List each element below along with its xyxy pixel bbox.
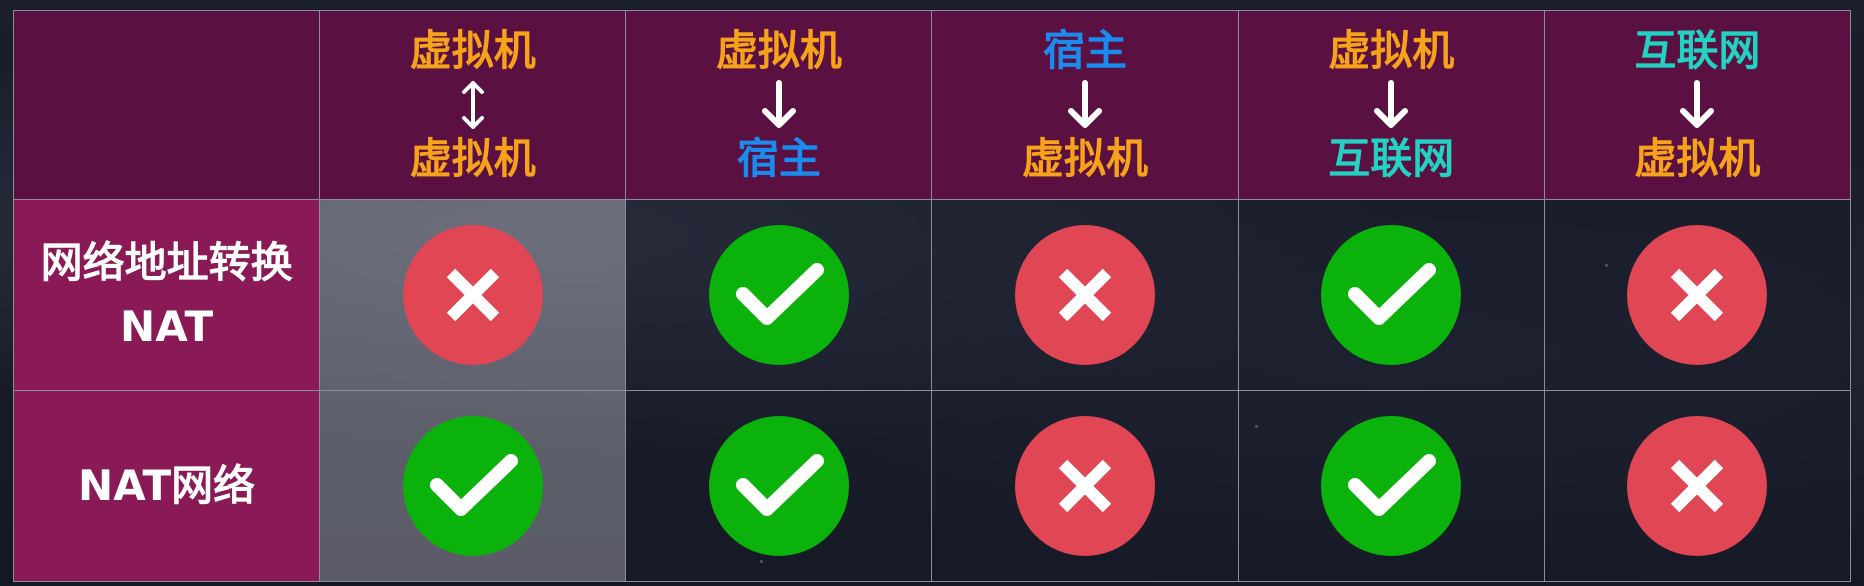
row-nat: 网络地址转换 NAT bbox=[12, 199, 1852, 391]
cross-icon bbox=[1015, 416, 1156, 556]
result-cell bbox=[319, 390, 627, 582]
check-icon bbox=[708, 225, 849, 365]
header-cell-vm-to-internet: 虚拟机 互联网 bbox=[1237, 10, 1545, 200]
row-label-nat-network: NAT网络 bbox=[12, 390, 321, 582]
row-label-nat: 网络地址转换 NAT bbox=[12, 199, 321, 391]
row-nat-network: NAT网络 bbox=[12, 390, 1852, 582]
down-arrow-icon bbox=[1065, 76, 1105, 134]
down-arrow-icon bbox=[1677, 76, 1717, 134]
header-cell-vm-to-host: 虚拟机 宿主 bbox=[625, 10, 933, 200]
result-cell bbox=[625, 390, 933, 582]
row-label-line: NAT网络 bbox=[78, 461, 256, 510]
header-from-label: 虚拟机 bbox=[1328, 26, 1455, 75]
header-to-label: 虚拟机 bbox=[1634, 134, 1761, 183]
header-row: 虚拟机 虚拟机 虚拟机 宿主 宿主 虚拟机 虚拟机 互联网 互联网 虚拟机 bbox=[12, 10, 1852, 200]
check-icon bbox=[402, 416, 543, 556]
header-from-label: 宿主 bbox=[1043, 26, 1128, 75]
header-from-label: 互联网 bbox=[1634, 26, 1761, 75]
cross-icon bbox=[1627, 225, 1768, 365]
result-cell bbox=[1543, 390, 1852, 582]
cross-icon bbox=[402, 225, 543, 365]
header-cell-vm-to-vm: 虚拟机 虚拟机 bbox=[319, 10, 627, 200]
header-cell-host-to-vm: 宿主 虚拟机 bbox=[931, 10, 1239, 200]
row-label-line: 网络地址转换 bbox=[40, 238, 293, 287]
double-vertical-arrow-icon bbox=[460, 76, 486, 134]
result-cell bbox=[1543, 199, 1852, 391]
result-cell bbox=[319, 199, 627, 391]
result-cell bbox=[931, 390, 1239, 582]
row-label-line: NAT bbox=[120, 302, 214, 351]
header-cell-internet-to-vm: 互联网 虚拟机 bbox=[1543, 10, 1852, 200]
result-cell bbox=[931, 199, 1239, 391]
header-from-label: 虚拟机 bbox=[715, 26, 842, 75]
header-corner-cell bbox=[12, 10, 321, 200]
header-to-label: 虚拟机 bbox=[409, 134, 536, 183]
result-cell bbox=[1237, 199, 1545, 391]
cross-icon bbox=[1015, 225, 1156, 365]
check-icon bbox=[708, 416, 849, 556]
result-cell bbox=[1237, 390, 1545, 582]
header-from-label: 虚拟机 bbox=[409, 26, 536, 75]
down-arrow-icon bbox=[1371, 76, 1411, 134]
header-to-label: 互联网 bbox=[1328, 134, 1455, 183]
down-arrow-icon bbox=[759, 76, 799, 134]
header-to-label: 宿主 bbox=[736, 134, 821, 183]
network-mode-comparison-table: 虚拟机 虚拟机 虚拟机 宿主 宿主 虚拟机 虚拟机 互联网 互联网 虚拟机 网络… bbox=[12, 10, 1852, 582]
check-icon bbox=[1321, 416, 1462, 556]
result-cell bbox=[625, 199, 933, 391]
header-to-label: 虚拟机 bbox=[1022, 134, 1149, 183]
cross-icon bbox=[1627, 416, 1768, 556]
check-icon bbox=[1321, 225, 1462, 365]
